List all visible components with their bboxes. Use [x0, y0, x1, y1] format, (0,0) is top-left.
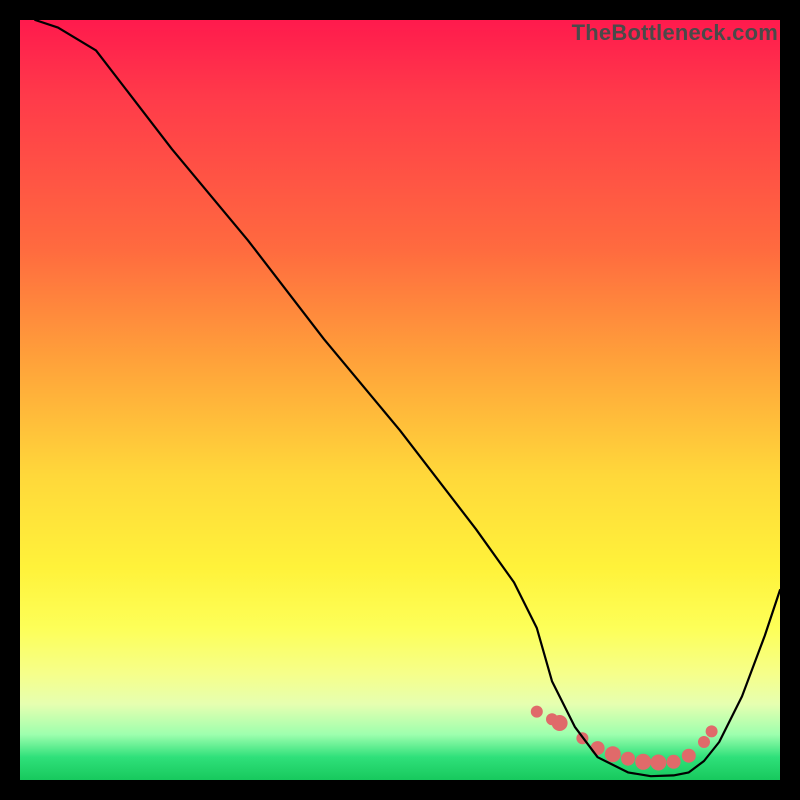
markers-layer [531, 706, 718, 771]
watermark-text: TheBottleneck.com [572, 20, 778, 46]
marker-dot [531, 706, 543, 718]
marker-dot [706, 725, 718, 737]
marker-dot [698, 736, 710, 748]
marker-dot [667, 755, 681, 769]
marker-dot [650, 755, 666, 771]
marker-dot [621, 752, 635, 766]
marker-dot [635, 754, 651, 770]
chart-svg [20, 20, 780, 780]
marker-dot [552, 715, 568, 731]
marker-dot [682, 749, 696, 763]
marker-dot [605, 746, 621, 762]
bottleneck-curve [35, 20, 780, 776]
marker-dot [591, 741, 605, 755]
chart-frame: TheBottleneck.com [20, 20, 780, 780]
